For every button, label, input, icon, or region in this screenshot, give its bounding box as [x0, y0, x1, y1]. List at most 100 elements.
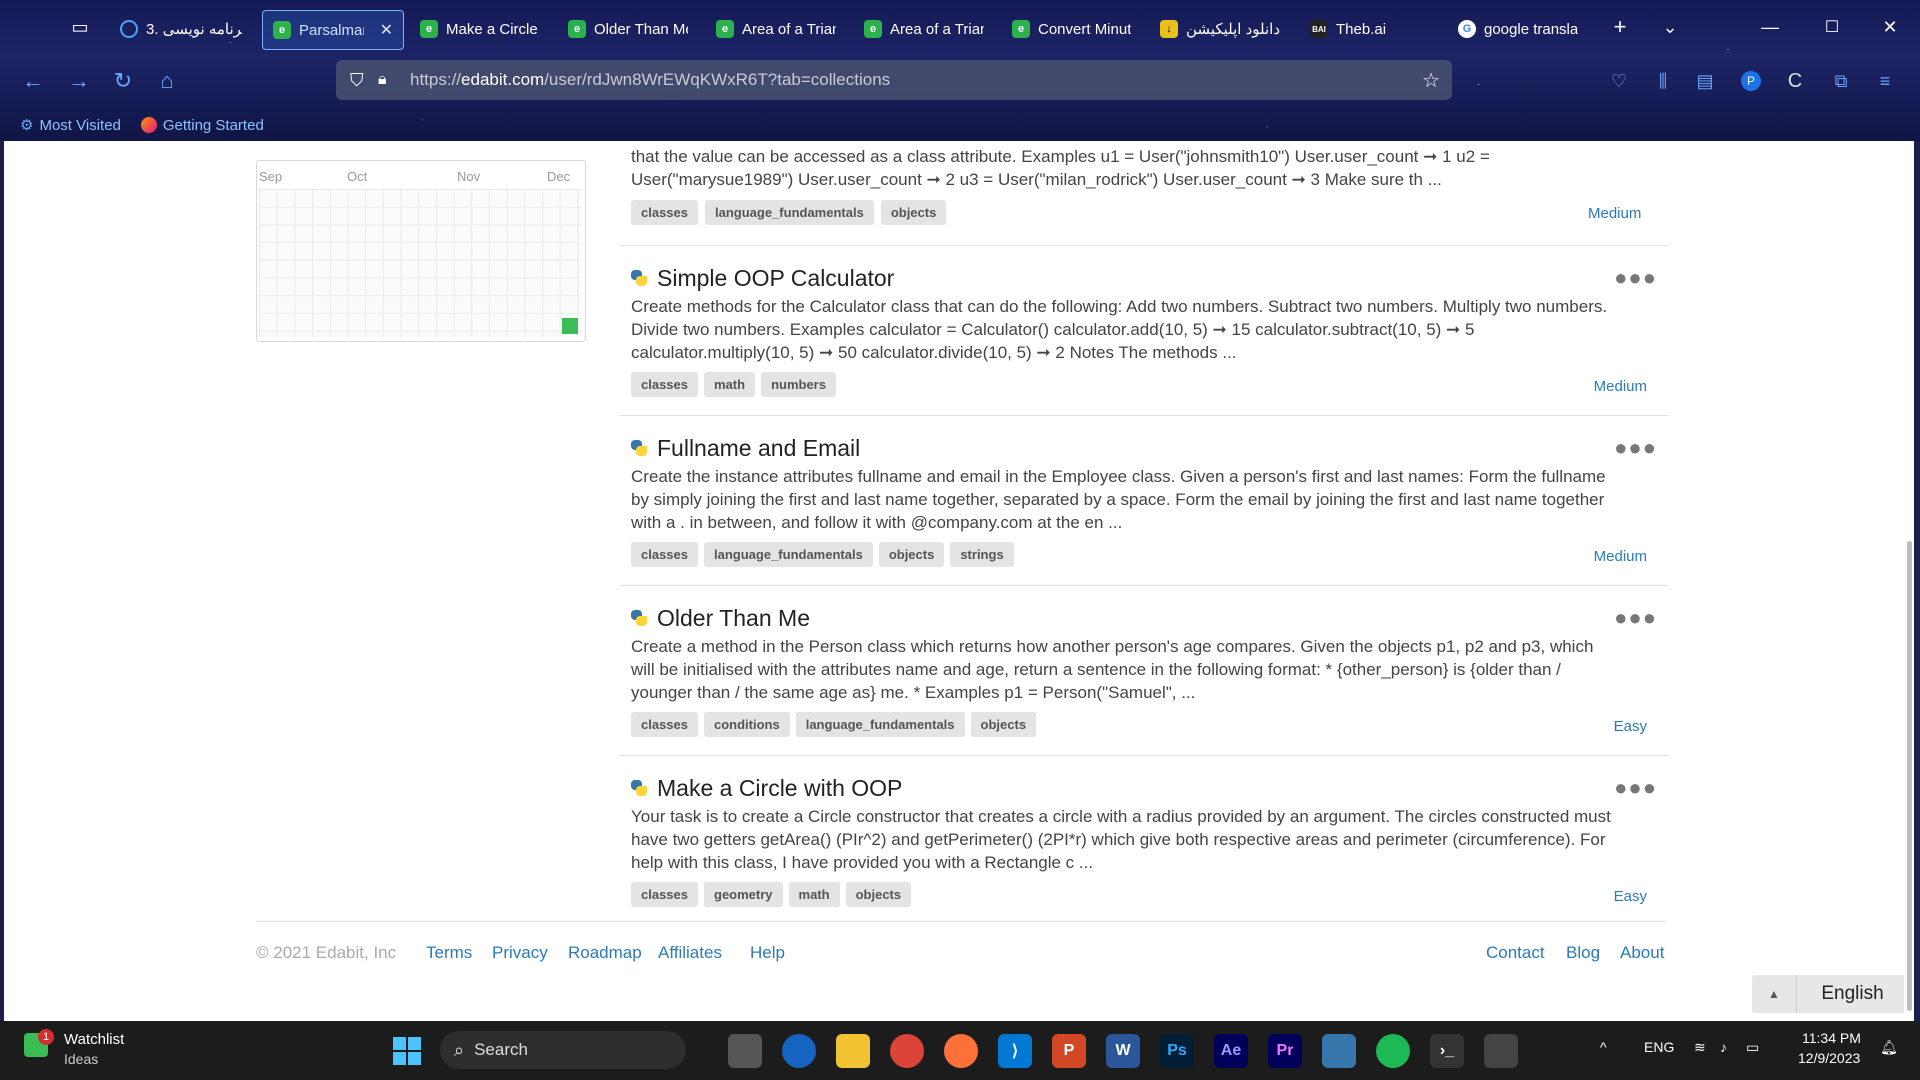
url-path: /user/rdJwn8WrEWqKWxR6T?tab=collections [544, 70, 891, 89]
pocket-icon[interactable]: ♡ [1604, 66, 1634, 96]
more-options-icon[interactable]: ●●● [1614, 435, 1657, 461]
chevron-down-icon[interactable]: ⌄ [1650, 10, 1690, 44]
challenge-title[interactable]: Fullname and Email [657, 435, 860, 462]
footer-link-blog[interactable]: Blog [1566, 943, 1600, 963]
tag[interactable]: classes [631, 372, 698, 397]
tray-overflow-icon[interactable]: ^ [1600, 1039, 1607, 1055]
maximize-icon[interactable]: ☐ [1812, 10, 1852, 44]
tag[interactable]: geometry [704, 882, 783, 907]
more-options-icon[interactable]: ●●● [1614, 775, 1657, 801]
firefox-icon[interactable] [944, 1034, 978, 1068]
challenge-title[interactable]: Simple OOP Calculator [657, 265, 894, 292]
tag[interactable]: objects [845, 882, 912, 907]
taskbar-search[interactable]: ⌕ Search [440, 1031, 686, 1069]
shield-icon[interactable]: ⛉ [350, 70, 364, 91]
footer-link-privacy[interactable]: Privacy [492, 943, 548, 963]
new-tab-icon[interactable]: + [1600, 10, 1640, 44]
address-bar[interactable]: ⛉ 🔒︎ https://edabit.com/user/rdJwn8WrEWq… [336, 60, 1452, 100]
powerpoint-icon[interactable]: P [1052, 1034, 1086, 1068]
chrome-icon[interactable] [890, 1034, 924, 1068]
tag[interactable]: objects [880, 200, 947, 225]
file-explorer-icon[interactable] [836, 1034, 870, 1068]
back-icon[interactable]: ← [18, 66, 48, 96]
language-selector[interactable]: ▲ English [1752, 975, 1908, 1013]
more-options-icon[interactable]: ●●● [1614, 605, 1657, 631]
clock-date[interactable]: 12/9/2023 [1798, 1050, 1860, 1066]
after-effects-icon[interactable]: Ae [1214, 1034, 1248, 1068]
list-all-tabs-icon[interactable]: ▭ [62, 14, 98, 40]
photoshop-icon[interactable]: Ps [1160, 1034, 1194, 1068]
menu-icon[interactable]: ≡ [1870, 66, 1900, 96]
premiere-icon[interactable]: Pr [1268, 1034, 1302, 1068]
tag[interactable]: language_fundamentals [704, 542, 873, 567]
bell-icon[interactable]: 🔔︎ [1880, 1039, 1898, 1056]
volume-icon[interactable]: ♪ [1720, 1039, 1727, 1055]
edge-icon[interactable] [782, 1034, 816, 1068]
account-avatar[interactable]: P [1736, 66, 1766, 96]
sidebar-icon[interactable]: ▤ [1690, 66, 1720, 96]
tag[interactable]: math [788, 882, 840, 907]
bookmark-star-icon[interactable]: ☆ [1422, 68, 1440, 93]
tag[interactable]: objects [970, 712, 1037, 737]
tab-5[interactable]: e Area of a Trian [716, 10, 836, 48]
bookmark-most-visited[interactable]: ⚙ Most Visited [20, 116, 121, 135]
spotify-icon[interactable] [1376, 1034, 1410, 1068]
footer-link-about[interactable]: About [1620, 943, 1664, 963]
watchlist-title[interactable]: Watchlist [64, 1031, 124, 1048]
tab-10[interactable]: G google transla [1458, 10, 1590, 48]
tab-4[interactable]: e Older Than Me [568, 10, 688, 48]
tab-6[interactable]: e Area of a Trian [864, 10, 984, 48]
task-view-icon[interactable] [728, 1034, 762, 1068]
tag[interactable]: classes [631, 712, 698, 737]
tab-2-active[interactable]: e Parsalmani ✕ [262, 10, 404, 50]
extensions-icon[interactable]: ⧉ [1826, 66, 1856, 96]
terminal-icon[interactable]: ›_ [1430, 1034, 1464, 1068]
windows-start-icon[interactable] [390, 1034, 424, 1068]
close-window-icon[interactable]: ✕ [1870, 10, 1910, 44]
footer-link-contact[interactable]: Contact [1486, 943, 1545, 963]
vscode-icon[interactable]: ⟩ [998, 1034, 1032, 1068]
tab-9[interactable]: BAI Theb.ai [1310, 10, 1430, 48]
tab-3[interactable]: e Make a Circle [420, 10, 538, 48]
footer-link-terms[interactable]: Terms [426, 943, 472, 963]
minimize-icon[interactable]: — [1750, 10, 1790, 44]
python-icon[interactable] [1322, 1034, 1356, 1068]
library-icon[interactable]: ⫼ [1648, 66, 1678, 96]
input-language[interactable]: ENG [1644, 1039, 1674, 1055]
challenge-title[interactable]: Make a Circle with OOP [657, 775, 902, 802]
more-options-icon[interactable]: ●●● [1614, 265, 1657, 291]
tag[interactable]: classes [631, 542, 698, 567]
home-icon[interactable]: ⌂ [152, 66, 182, 96]
tag[interactable]: numbers [761, 372, 836, 397]
tab-7[interactable]: e Convert Minut [1012, 10, 1132, 48]
word-icon[interactable]: W [1106, 1034, 1140, 1068]
tag[interactable]: language_fundamentals [795, 712, 965, 737]
windows-taskbar: 1 Watchlist Ideas ⌕ Search ⟩ P W Ps Ae P… [0, 1021, 1920, 1080]
forward-icon[interactable]: → [64, 66, 94, 96]
tag[interactable]: math [704, 372, 756, 397]
extension-c-icon[interactable]: C [1780, 66, 1810, 96]
tag[interactable]: language_fundamentals [705, 200, 874, 225]
lock-icon[interactable]: 🔒︎ [378, 71, 387, 89]
tag[interactable]: strings [950, 542, 1014, 567]
scrollbar[interactable] [1904, 141, 1914, 1021]
reload-icon[interactable]: ↻ [108, 66, 138, 96]
tag[interactable]: objects [878, 542, 945, 567]
bookmark-getting-started[interactable]: Getting Started [140, 117, 264, 134]
tag[interactable]: classes [631, 200, 698, 225]
clock-time[interactable]: 11:34 PM [1802, 1030, 1861, 1046]
close-tab-icon[interactable]: ✕ [380, 20, 393, 40]
tab-8[interactable]: ↓ دانلود اپلیکیشن [1160, 10, 1294, 48]
scrollbar-thumb[interactable] [1907, 541, 1912, 1011]
battery-icon[interactable]: ▭ [1746, 1039, 1759, 1056]
url-text[interactable]: https://edabit.com/user/rdJwn8WrEWqKWxR6… [410, 70, 890, 90]
challenge-title[interactable]: Older Than Me [657, 605, 810, 632]
wifi-icon[interactable]: ≋ [1694, 1039, 1706, 1056]
footer-link-affiliates[interactable]: Affiliates [658, 943, 722, 963]
tag[interactable]: conditions [704, 712, 790, 737]
calculator-icon[interactable] [1484, 1034, 1518, 1068]
tag[interactable]: classes [631, 882, 698, 907]
tab-1[interactable]: 3. برنامه نویسی [120, 10, 248, 48]
footer-link-help[interactable]: Help [750, 943, 785, 963]
footer-link-roadmap[interactable]: Roadmap [568, 943, 642, 963]
